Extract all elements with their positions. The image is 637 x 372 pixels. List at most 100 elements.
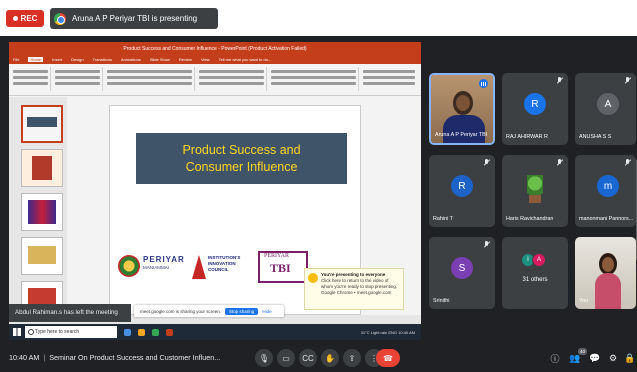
ribbon-tab: Tell me what you want to do... [218, 57, 272, 62]
meeting-time: 10:40 AM [9, 353, 40, 362]
recording-indicator: REC [6, 10, 44, 27]
others-count: 31 others [522, 277, 548, 283]
participant-tile[interactable]: S Srinithi [429, 237, 495, 309]
participant-face [456, 95, 470, 111]
people-count-badge: 40 [578, 348, 587, 355]
others-tile[interactable]: I A 31 others [502, 237, 568, 309]
mic-off-icon [556, 77, 563, 84]
ribbon-tab: File [13, 57, 20, 62]
raise-hand-icon: ✋ [325, 353, 335, 363]
system-tray: 31°C Light rain ENG 10:40 AM [360, 329, 415, 335]
iic-line: COUNCIL [208, 267, 229, 272]
microphone-button[interactable]: 🎙 [255, 349, 273, 367]
participant-name: Haris Ravichandran [506, 216, 554, 222]
powerpoint-title-bar: Product Success and Consumer Influence -… [9, 42, 421, 55]
participant-name: Rahini T [433, 216, 453, 222]
ribbon-group [197, 67, 267, 91]
slide-thumbnails [9, 97, 67, 319]
mic-off-icon [483, 241, 490, 248]
toast-title: You're presenting to everyone [321, 272, 386, 277]
chrome-icon [152, 328, 159, 336]
stop-sharing-button[interactable]: Stop sharing [225, 307, 259, 315]
activities-icon[interactable]: ⚙ [608, 353, 618, 363]
raise-hand-button[interactable]: ✋ [321, 349, 339, 367]
participant-tile[interactable]: Haris Ravichandran [502, 155, 568, 227]
participant-tile[interactable]: R Rahini T [429, 155, 495, 227]
shared-screen[interactable]: Product Success and Consumer Influence -… [9, 42, 421, 340]
participant-tile[interactable]: R RAJ AHIRWAR R [502, 73, 568, 145]
avatar: A [532, 253, 546, 267]
app-icon [124, 328, 131, 336]
ribbon-tab: Transitions [92, 57, 113, 62]
meeting-info: 10:40 AM | Seminar On Product Success and … [9, 353, 221, 362]
captions-icon: CC [302, 353, 314, 363]
folder-icon [138, 328, 145, 336]
camera-button[interactable]: ▭ [277, 349, 295, 367]
ribbon-tab: Slide Show [149, 57, 170, 62]
participant-name: RAJ AHIRWAR R [506, 134, 548, 140]
meeting-details-icon[interactable]: ⓘ [550, 353, 560, 364]
avatar: m [597, 175, 619, 197]
toast-body: Click here to return to the video of who… [321, 278, 398, 289]
participant-tile[interactable]: m manonmani Pannors... [575, 155, 636, 227]
leave-call-button[interactable]: ☎ [376, 349, 400, 367]
tbi-logo-top: PERIYAR [264, 253, 290, 259]
participant-name: Srinithi [433, 298, 450, 304]
captions-button[interactable]: CC [299, 349, 317, 367]
windows-taskbar: Type here to search 31°C Light rain ENG … [9, 324, 421, 340]
avatar: R [524, 93, 546, 115]
share-bar-text: meet.google.com is sharing your screen. [140, 308, 222, 314]
host-controls-icon[interactable]: 🔒 [624, 353, 635, 363]
others-avatars: I A [521, 253, 546, 267]
periyar-logo: PERIYAR MANIAMMAI [118, 249, 186, 289]
iic-text: INSTITUTION'S INNOVATION COUNCIL [208, 255, 240, 273]
ribbon-group [11, 67, 51, 91]
ribbon-group [361, 67, 417, 91]
present-button[interactable]: ⇪ [343, 349, 361, 367]
microphone-icon: 🎙 [258, 353, 270, 363]
avatar: A [597, 93, 619, 115]
participant-name: ANUSHA S S [579, 134, 612, 140]
participant-name: manonmani Pannors... [579, 216, 634, 222]
slide-thumbnail [21, 149, 63, 187]
chrome-share-bar: meet.google.com is sharing your screen. … [134, 305, 284, 317]
app-title: Product Success and Consumer Influence -… [123, 45, 307, 52]
chrome-icon [54, 12, 66, 25]
taskbar-search: Type here to search [25, 326, 117, 338]
present-icon: ⇪ [348, 353, 356, 363]
end-call-icon: ☎ [383, 353, 393, 363]
mic-off-icon [556, 159, 563, 166]
emblem-icon [118, 255, 140, 277]
iic-mark-icon [192, 255, 206, 279]
profile-image-pot [529, 195, 541, 203]
iic-logo: INSTITUTION'S INNOVATION COUNCIL [192, 253, 254, 289]
slide-thumbnail [21, 105, 63, 143]
mic-off-icon [624, 77, 631, 84]
chat-icon[interactable]: 💬 [589, 353, 600, 363]
presenting-banner[interactable]: Aruna A P Periyar TBI is presenting [50, 8, 218, 29]
mic-off-icon [483, 159, 490, 166]
hide-button[interactable]: Hide [262, 309, 271, 314]
presenting-toast[interactable]: You're presenting to everyone Click here… [304, 268, 404, 310]
periyar-logo-name: PERIYAR [143, 255, 185, 264]
participant-tile[interactable]: A ANUSHA S S [575, 73, 636, 145]
speaking-indicator-icon [479, 79, 488, 88]
participant-tile[interactable]: Aruna A P Periyar TBI [429, 73, 495, 145]
meeting-control-bar: 10:40 AM | Seminar On Product Success and … [0, 344, 637, 372]
camera-icon: ▭ [282, 353, 290, 363]
slide-title-line2: Consumer Influence [185, 159, 298, 174]
mic-off-icon [624, 159, 631, 166]
slide-thumbnail [21, 237, 63, 275]
self-tile[interactable]: You [575, 237, 636, 309]
ribbon-group [105, 67, 195, 91]
participant-name: Aruna A P Periyar TBI [435, 132, 488, 138]
periyar-tbi-logo: PERIYAR TBI [258, 251, 308, 283]
ribbon-group [53, 67, 103, 91]
left-meeting-notification: Abdul Rahiman.s has left the meeting [9, 304, 131, 322]
tbi-logo-main: TBI [270, 261, 291, 275]
ribbon-tabs: File Home Insert Design Transitions Anim… [9, 55, 421, 64]
slide-thumbnail [21, 193, 63, 231]
slide-logos: PERIYAR MANIAMMAI INSTITUTION'S INNOVATI… [118, 249, 328, 295]
ribbon-group [269, 67, 359, 91]
participant-name: You [579, 298, 589, 304]
